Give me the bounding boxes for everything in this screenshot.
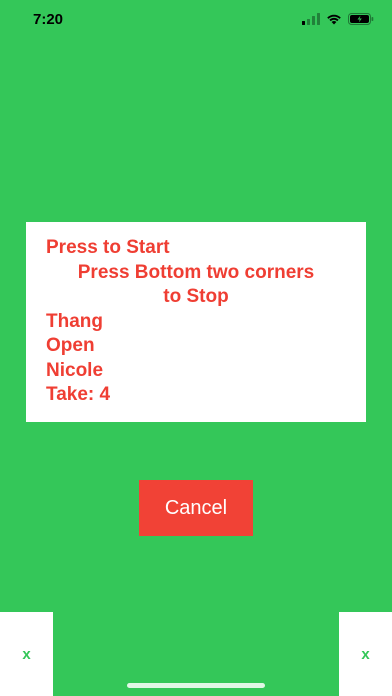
bottom-left-corner-button[interactable]: x [0,612,53,696]
mode-label: Open [46,335,95,356]
status-time: 7:20 [33,11,64,28]
close-x-icon: x [22,645,31,663]
bottom-right-corner-button[interactable]: x [339,612,392,696]
take-count: Take: 4 [46,384,111,405]
player-name-2: Nicole [46,359,104,381]
signal-icon [302,12,320,30]
home-indicator [127,683,265,688]
player-name-1: Thang [46,310,103,332]
wifi-icon [326,12,342,30]
stop-instruction-line-2: to Stop [163,286,229,307]
press-to-start-text: Press to Start [46,237,170,258]
cancel-button[interactable]: Cancel [139,480,253,536]
status-icons [302,12,374,30]
close-x-icon: x [361,645,370,663]
stop-instruction-line-1: Press Bottom two corners [77,261,315,283]
instruction-card[interactable]: Press to Start Press Bottom two corners … [26,222,366,422]
battery-icon [348,12,374,30]
status-bar: 7:20 [0,0,392,40]
